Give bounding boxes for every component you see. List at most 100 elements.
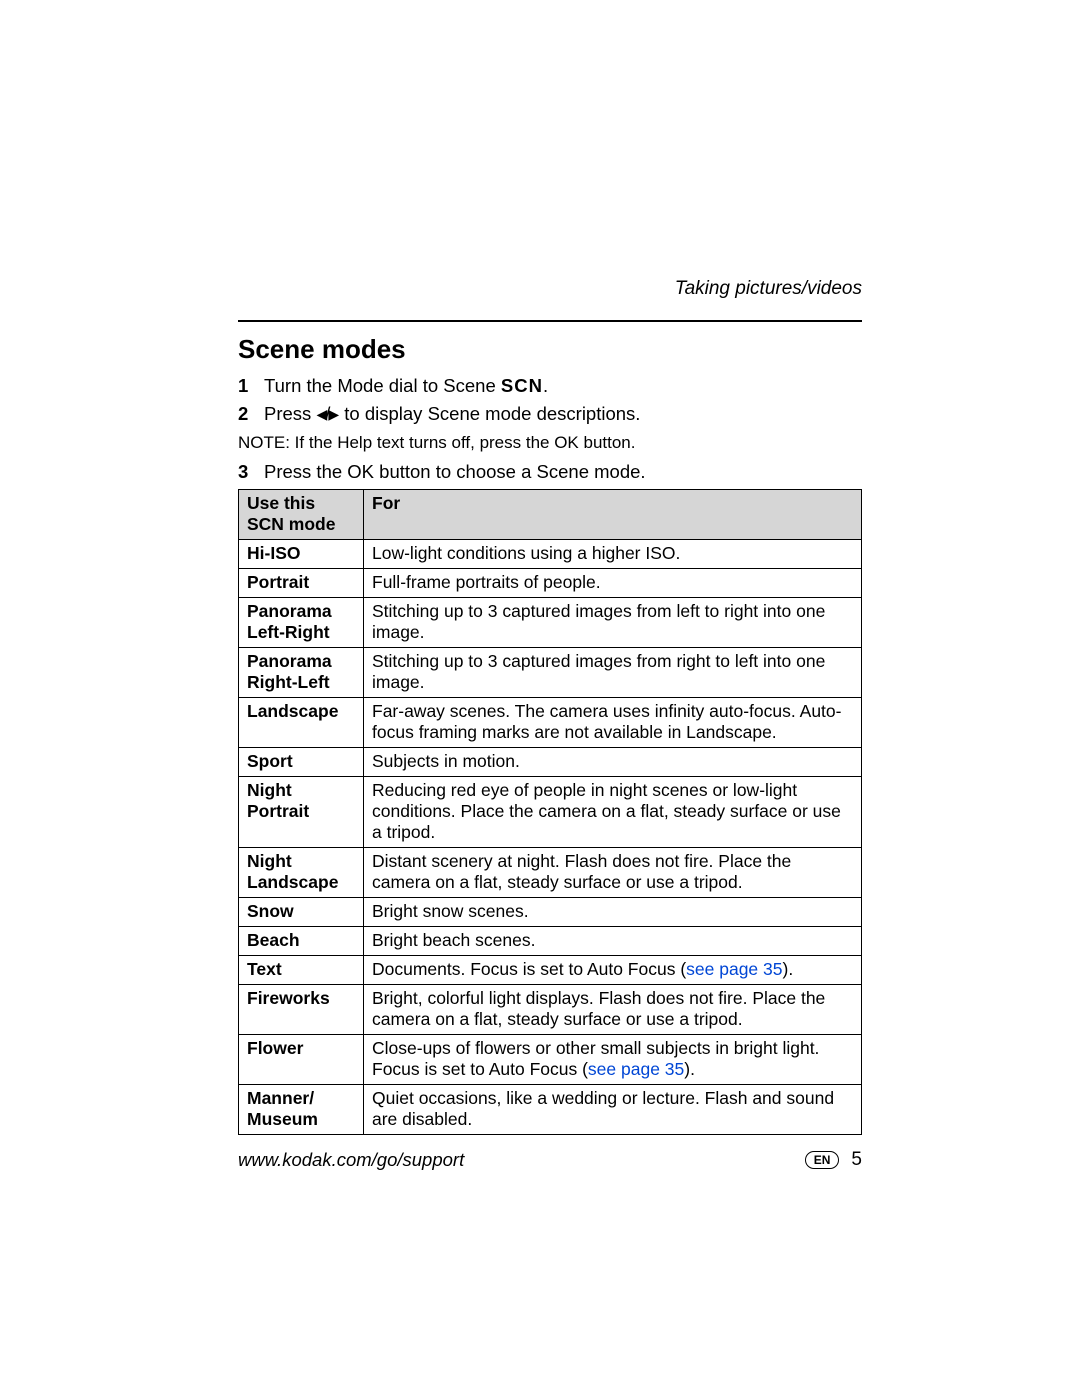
section-title: Scene modes [238, 334, 862, 365]
mode-line-1: Night [247, 851, 355, 872]
table-row: LandscapeFar-away scenes. The camera use… [239, 697, 862, 747]
note: NOTE: If the Help text turns off, press … [238, 433, 862, 453]
description-cell: Subjects in motion. [364, 747, 862, 776]
description-text: Stitching up to 3 captured images from l… [372, 601, 825, 642]
description-cell: Full-frame portraits of people. [364, 568, 862, 597]
description-cell: Bright beach scenes. [364, 926, 862, 955]
mode-line-1: Manner/ [247, 1088, 355, 1109]
steps-list-cont: 3 Press the OK button to choose a Scene … [238, 459, 862, 485]
table-row: Text Documents. Focus is set to Auto Focu… [239, 955, 862, 984]
mode-line-2: Landscape [247, 872, 355, 893]
note-label: NOTE: [238, 433, 295, 452]
mode-cell: PanoramaRight-Left [239, 647, 364, 697]
scene-mode-table: Use this SCN mode For Hi-ISO Low-light co… [238, 489, 862, 1135]
page-number: 5 [851, 1149, 862, 1171]
col-header-mode-l2: SCN mode [247, 514, 355, 535]
step-number: 1 [238, 373, 252, 399]
description-cell: Distant scenery at night. Flash does not… [364, 847, 862, 897]
step-1-text-a: Turn the Mode dial to Scene [264, 375, 501, 396]
col-header-for: For [364, 489, 862, 539]
table-row: FlowerClose-ups of flowers or other smal… [239, 1034, 862, 1084]
steps-list: 1 Turn the Mode dial to Scene SCN. 2 Pre… [238, 373, 862, 427]
description-text: Low-light conditions using a higher ISO. [372, 543, 680, 563]
description-text-b: ). [783, 959, 794, 979]
step-3: 3 Press the OK button to choose a Scene … [238, 459, 862, 485]
table-row: Snow Bright snow scenes. [239, 897, 862, 926]
mode-cell: Snow [239, 897, 364, 926]
step-text: Press ◀/▶ to display Scene mode descript… [264, 401, 640, 427]
mode-line-2: Portrait [247, 801, 355, 822]
page-reference-link[interactable]: see page 35 [588, 1059, 684, 1079]
mode-line-1: Panorama [247, 651, 355, 672]
mode-line-1: Hi-ISO [247, 543, 355, 564]
mode-line-1: Portrait [247, 572, 355, 593]
mode-line-2: Museum [247, 1109, 355, 1130]
language-page-indicator: EN 5 [805, 1149, 862, 1171]
mode-cell: Flower [239, 1034, 364, 1084]
table-row: Hi-ISO Low-light conditions using a highe… [239, 539, 862, 568]
description-cell: Low-light conditions using a higher ISO. [364, 539, 862, 568]
table-row: Beach Bright beach scenes. [239, 926, 862, 955]
step-2-text-b: to display Scene mode descriptions. [339, 403, 640, 424]
description-cell: Far-away scenes. The camera uses infinit… [364, 697, 862, 747]
language-pill: EN [805, 1151, 840, 1169]
mode-cell: Landscape [239, 697, 364, 747]
description-cell: Close-ups of flowers or other small subj… [364, 1034, 862, 1084]
table-header-row: Use this SCN mode For [239, 489, 862, 539]
table-row: Manner/Museum Quiet occasions, like a wed… [239, 1084, 862, 1134]
description-text: Quiet occasions, like a wedding or lectu… [372, 1088, 834, 1129]
description-text: Documents. Focus is set to Auto Focus ( [372, 959, 686, 979]
mode-cell: Text [239, 955, 364, 984]
description-text: Bright snow scenes. [372, 901, 529, 921]
mode-line-1: Beach [247, 930, 355, 951]
step-text: Turn the Mode dial to Scene SCN. [264, 373, 548, 399]
mode-cell: NightPortrait [239, 776, 364, 847]
description-cell: Bright, colorful light displays. Flash d… [364, 984, 862, 1034]
description-text: Distant scenery at night. Flash does not… [372, 851, 791, 892]
page-footer: www.kodak.com/go/support EN 5 [238, 1149, 862, 1171]
step-2-text-a: Press [264, 403, 316, 424]
mode-line-1: Panorama [247, 601, 355, 622]
mode-cell: NightLandscape [239, 847, 364, 897]
note-text: If the Help text turns off, press the OK… [295, 433, 636, 452]
mode-line-1: Fireworks [247, 988, 355, 1009]
mode-line-1: Text [247, 959, 355, 980]
table-row: PanoramaRight-LeftStitching up to 3 capt… [239, 647, 862, 697]
mode-line-1: Night [247, 780, 355, 801]
step-2: 2 Press ◀/▶ to display Scene mode descri… [238, 401, 862, 427]
table-row: NightLandscapeDistant scenery at night. … [239, 847, 862, 897]
table-row: PanoramaLeft-RightStitching up to 3 capt… [239, 597, 862, 647]
step-number: 2 [238, 401, 252, 427]
description-cell: Stitching up to 3 captured images from r… [364, 647, 862, 697]
mode-line-1: Snow [247, 901, 355, 922]
table-row: Sport Subjects in motion. [239, 747, 862, 776]
step-number: 3 [238, 459, 252, 485]
table-row: Fireworks Bright, colorful light displays… [239, 984, 862, 1034]
description-text: Bright, colorful light displays. Flash d… [372, 988, 825, 1029]
description-cell: Bright snow scenes. [364, 897, 862, 926]
support-url[interactable]: www.kodak.com/go/support [238, 1149, 464, 1171]
description-text: Reducing red eye of people in night scen… [372, 780, 841, 842]
mode-cell: PanoramaLeft-Right [239, 597, 364, 647]
mode-cell: Fireworks [239, 984, 364, 1034]
page-reference-link[interactable]: see page 35 [686, 959, 782, 979]
description-text: Subjects in motion. [372, 751, 520, 771]
col-header-mode: Use this SCN mode [239, 489, 364, 539]
col-header-mode-l1: Use this [247, 493, 355, 514]
table-row: Portrait Full-frame portraits of people. [239, 568, 862, 597]
description-cell: Stitching up to 3 captured images from l… [364, 597, 862, 647]
description-text-b: ). [684, 1059, 695, 1079]
step-1: 1 Turn the Mode dial to Scene SCN. [238, 373, 862, 399]
mode-line-2: Right-Left [247, 672, 355, 693]
description-cell: Documents. Focus is set to Auto Focus (s… [364, 955, 862, 984]
mode-line-2: Left-Right [247, 622, 355, 643]
mode-cell: Hi-ISO [239, 539, 364, 568]
mode-cell: Portrait [239, 568, 364, 597]
description-cell: Reducing red eye of people in night scen… [364, 776, 862, 847]
description-text: Far-away scenes. The camera uses infinit… [372, 701, 841, 742]
step-1-text-b: . [543, 375, 548, 396]
mode-cell: Sport [239, 747, 364, 776]
table-row: NightPortraitReducing red eye of people … [239, 776, 862, 847]
scn-icon: SCN [501, 375, 543, 396]
header-rule [238, 320, 862, 322]
